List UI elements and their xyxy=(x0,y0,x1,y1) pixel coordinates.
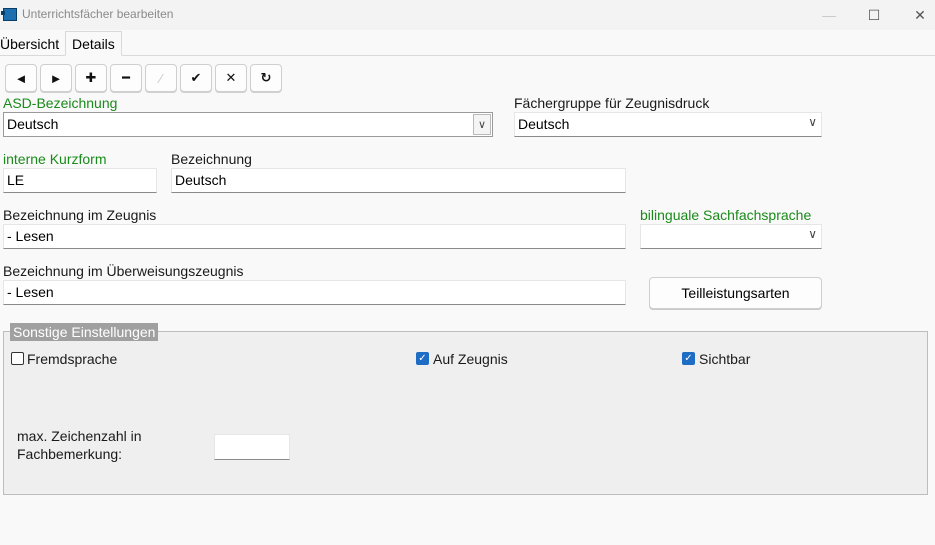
edit-record-button[interactable]: ⁄ xyxy=(145,64,177,92)
confirm-button[interactable]: ✔ xyxy=(180,64,212,92)
arrow-right-icon: ► xyxy=(49,70,63,86)
auf-zeugnis-checkbox[interactable]: ✓ xyxy=(416,352,429,365)
check-icon: ✔ xyxy=(190,70,202,85)
close-button[interactable]: ✕ xyxy=(897,0,935,30)
asd-value: Deutsch xyxy=(7,116,59,132)
max-zeichen-input[interactable] xyxy=(214,434,290,460)
kurzform-input[interactable]: LE xyxy=(3,168,157,193)
bilingual-label: bilinguale Sachfachsprache xyxy=(640,207,812,223)
window-title: Unterrichtsfächer bearbeiten xyxy=(22,7,174,21)
bezeichnung-input[interactable]: Deutsch xyxy=(171,168,626,193)
max-zeichen-label-line1: max. Zeichenzahl in xyxy=(17,428,142,444)
check-icon: ✓ xyxy=(684,353,693,364)
zeugnis-label: Bezeichnung im Zeugnis xyxy=(3,207,157,223)
edit-icon: ⁄ xyxy=(159,70,163,86)
cancel-button[interactable]: ✕ xyxy=(215,64,247,92)
sichtbar-checkbox[interactable]: ✓ xyxy=(682,352,695,365)
tab-strip xyxy=(0,30,935,56)
kurzform-label: interne Kurzform xyxy=(3,151,107,167)
bezeichnung-label: Bezeichnung xyxy=(171,151,252,167)
ueberweisung-label: Bezeichnung im Überweisungszeugnis xyxy=(3,263,244,279)
delete-record-button[interactable]: ━ xyxy=(110,64,142,92)
asd-label: ASD-Bezeichnung xyxy=(3,95,118,111)
chevron-down-icon[interactable]: ∨ xyxy=(473,114,491,135)
fremdsprache-label: Fremdsprache xyxy=(27,351,118,367)
arrow-left-icon: ◄ xyxy=(14,70,28,86)
tab-uebersicht[interactable]: Übersicht xyxy=(0,31,61,56)
app-icon xyxy=(1,8,17,21)
minus-icon: ━ xyxy=(122,70,130,85)
minimize-button[interactable]: — xyxy=(806,0,852,30)
refresh-icon: ↻ xyxy=(260,70,272,85)
refresh-button[interactable]: ↻ xyxy=(250,64,282,92)
check-icon: ✓ xyxy=(418,353,427,364)
teilleistungsarten-button[interactable]: Teilleistungsarten xyxy=(649,277,822,309)
faechergruppe-select[interactable]: Deutsch ∨ xyxy=(514,112,822,137)
max-zeichen-label-line2: Fachbemerkung: xyxy=(17,446,123,462)
zeugnis-input[interactable]: - Lesen xyxy=(3,224,626,249)
fremdsprache-checkbox[interactable] xyxy=(11,352,24,365)
add-record-button[interactable]: ✚ xyxy=(75,64,107,92)
group-title: Sonstige Einstellungen xyxy=(10,323,159,341)
maximize-button[interactable]: ☐ xyxy=(851,0,897,30)
ueberweisung-input[interactable]: - Lesen xyxy=(3,280,626,305)
previous-record-button[interactable]: ◄ xyxy=(5,64,37,92)
cross-icon: ✕ xyxy=(225,70,237,85)
bilingual-select[interactable]: ∨ xyxy=(640,224,822,249)
asd-combobox[interactable]: Deutsch ∨ xyxy=(3,112,493,137)
faechergruppe-label: Fächergruppe für Zeugnisdruck xyxy=(514,95,710,111)
chevron-down-icon: ∨ xyxy=(808,227,817,241)
chevron-down-icon: ∨ xyxy=(808,115,817,129)
next-record-button[interactable]: ► xyxy=(40,64,72,92)
tab-details[interactable]: Details xyxy=(65,31,122,56)
auf-zeugnis-label: Auf Zeugnis xyxy=(433,351,508,367)
plus-icon: ✚ xyxy=(85,70,97,85)
faechergruppe-value: Deutsch xyxy=(518,116,570,132)
sichtbar-label: Sichtbar xyxy=(699,351,751,367)
